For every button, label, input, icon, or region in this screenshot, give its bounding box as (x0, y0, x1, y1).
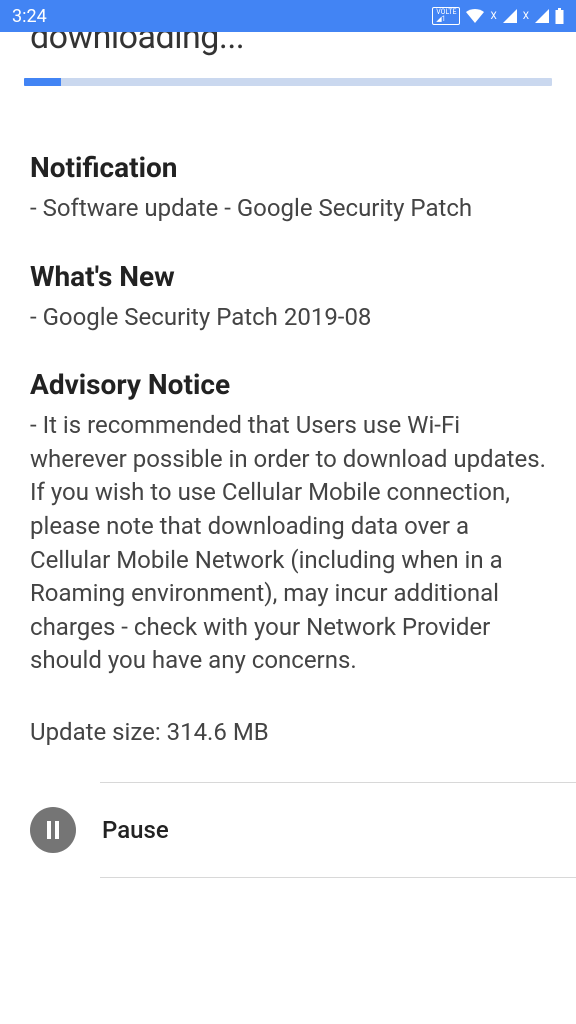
whats-new-heading: What's New (30, 260, 546, 293)
notification-section: Notification - Software update - Google … (30, 151, 546, 226)
update-size: Update size: 314.6 MB (30, 718, 546, 746)
wifi-icon (466, 9, 484, 23)
status-bar: 3:24 VOLTE◢1 X X (0, 0, 576, 32)
x-mark-2: X (523, 11, 529, 22)
notification-text: - Software update - Google Security Patc… (30, 192, 546, 226)
whats-new-section: What's New - Google Security Patch 2019-… (30, 260, 546, 335)
status-time: 3:24 (12, 6, 47, 27)
content: Notification - Software update - Google … (0, 96, 576, 746)
battery-icon (555, 8, 564, 24)
page-title-partial: downloading... (0, 32, 576, 62)
progress-bar (24, 78, 552, 86)
divider-bottom (100, 877, 576, 878)
advisory-heading: Advisory Notice (30, 368, 546, 401)
status-icons: VOLTE◢1 X X (432, 7, 564, 25)
advisory-section: Advisory Notice - It is recommended that… (30, 368, 546, 678)
notification-heading: Notification (30, 151, 546, 184)
volte-icon: VOLTE◢1 (432, 7, 460, 25)
progress-wrap (0, 62, 576, 96)
signal-icon-2 (535, 9, 549, 23)
pause-icon (45, 821, 61, 839)
x-mark-1: X (490, 11, 496, 22)
pause-action-row[interactable]: Pause (0, 783, 576, 877)
signal-icon-1 (503, 9, 517, 23)
pause-button[interactable] (30, 807, 76, 853)
progress-fill (24, 78, 61, 86)
pause-label: Pause (102, 816, 169, 844)
whats-new-text: - Google Security Patch 2019-08 (30, 301, 546, 335)
advisory-text: - It is recommended that Users use Wi-Fi… (30, 409, 546, 678)
